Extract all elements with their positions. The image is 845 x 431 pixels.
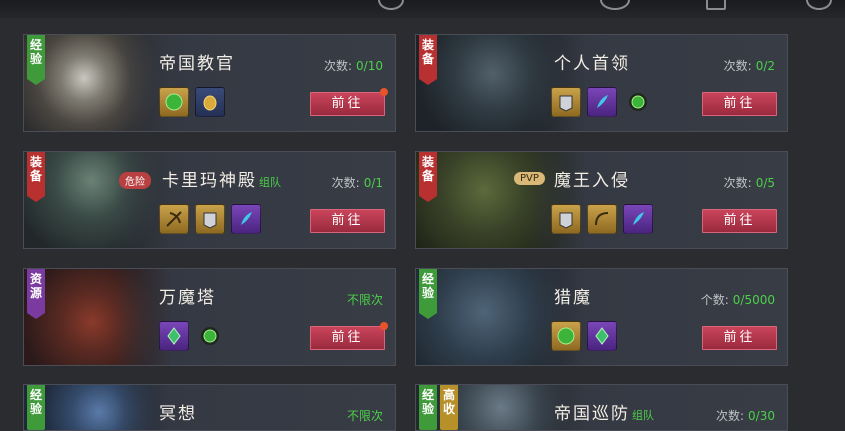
notification-dot [380, 88, 388, 96]
card-title: 冥想 [159, 404, 197, 424]
count-text: 次数: 0/10 [324, 59, 383, 73]
tag-badge: 装备 [27, 152, 45, 202]
exp-orb-icon[interactable] [159, 87, 189, 117]
tag-badge: 经验 [419, 385, 437, 430]
temple-artwork [24, 152, 174, 248]
count-text: 次数: 0/1 [331, 176, 383, 190]
card-title: 帝国教官 [159, 54, 235, 74]
count-text: 次数: 0/5 [723, 176, 775, 190]
count-text: 个数: 0/5000 [700, 293, 775, 307]
top-bar [0, 0, 845, 18]
pvp-badge: PVP [514, 172, 545, 185]
exp-orb-icon[interactable] [623, 87, 653, 117]
tag-badge: 经验 [27, 35, 45, 85]
tag-badge-secondary: 高收 [440, 385, 458, 430]
feather-icon[interactable] [587, 87, 617, 117]
knight-artwork [24, 35, 174, 131]
card-title: 魔王入侵 [554, 171, 630, 191]
card-title: 万魔塔 [159, 288, 216, 308]
card-title: 个人首领 [554, 54, 630, 74]
danger-badge: 危险 [119, 172, 151, 189]
count-text: 次数: 0/30 [716, 409, 775, 423]
card-title: 卡里玛神殿 组队 [162, 171, 281, 191]
activity-card-karima-temple[interactable]: 装备 危险 卡里玛神殿 组队 次数: 0/1 前往 [23, 151, 396, 249]
chest-armor-icon[interactable] [551, 87, 581, 117]
calendar-icon[interactable] [706, 0, 726, 10]
go-button[interactable]: 前往 [702, 209, 777, 233]
activity-card-imperial-patrol[interactable]: 经验 高收 帝国巡防 组队 次数: 0/30 [415, 384, 788, 431]
feather-icon[interactable] [231, 204, 261, 234]
card-title: 猎魔 [554, 288, 592, 308]
tag-badge: 资源 [27, 269, 45, 319]
count-text: 次数: 0/2 [723, 59, 775, 73]
activity-card-personal-boss[interactable]: 装备 个人首领 次数: 0/2 前往 [415, 34, 788, 132]
tag-badge: 装备 [419, 152, 437, 202]
activity-card-demon-hunt[interactable]: 经验 猎魔 个数: 0/5000 前往 [415, 268, 788, 366]
crystal-icon[interactable] [587, 321, 617, 351]
go-button[interactable]: 前往 [702, 92, 777, 116]
ring-icon[interactable] [600, 0, 630, 10]
activity-card-demon-invasion[interactable]: 装备 PVP 魔王入侵 次数: 0/5 前往 [415, 151, 788, 249]
chest-armor-icon[interactable] [551, 204, 581, 234]
exp-orb-icon[interactable] [195, 321, 225, 351]
gold-coin-icon[interactable] [195, 87, 225, 117]
notification-dot [380, 322, 388, 330]
tag-badge: 装备 [419, 35, 437, 85]
card-title: 帝国巡防 组队 [554, 404, 654, 424]
activity-card-imperial-instructor[interactable]: 经验 帝国教官 次数: 0/10 前往 [23, 34, 396, 132]
tower-artwork [24, 269, 174, 365]
count-text: 不限次 [346, 293, 383, 307]
feather-icon[interactable] [623, 204, 653, 234]
tag-badge: 经验 [27, 385, 45, 430]
count-text: 不限次 [346, 409, 383, 423]
chest-armor-icon[interactable] [195, 204, 225, 234]
crossbow-icon[interactable] [159, 204, 189, 234]
go-button[interactable]: 前往 [310, 88, 388, 116]
tag-badge: 经验 [419, 269, 437, 319]
go-button[interactable]: 前往 [702, 326, 777, 350]
bow-icon[interactable] [587, 204, 617, 234]
meditation-artwork [24, 385, 174, 430]
menu-icon[interactable] [378, 0, 404, 10]
exp-orb-icon[interactable] [551, 321, 581, 351]
activity-card-meditation[interactable]: 经验 冥想 不限次 [23, 384, 396, 431]
go-button[interactable]: 前往 [310, 209, 385, 233]
crystal-icon[interactable] [159, 321, 189, 351]
activity-card-demon-tower[interactable]: 资源 万魔塔 不限次 前往 [23, 268, 396, 366]
settings-icon[interactable] [806, 0, 832, 10]
go-button[interactable]: 前往 [310, 322, 388, 350]
